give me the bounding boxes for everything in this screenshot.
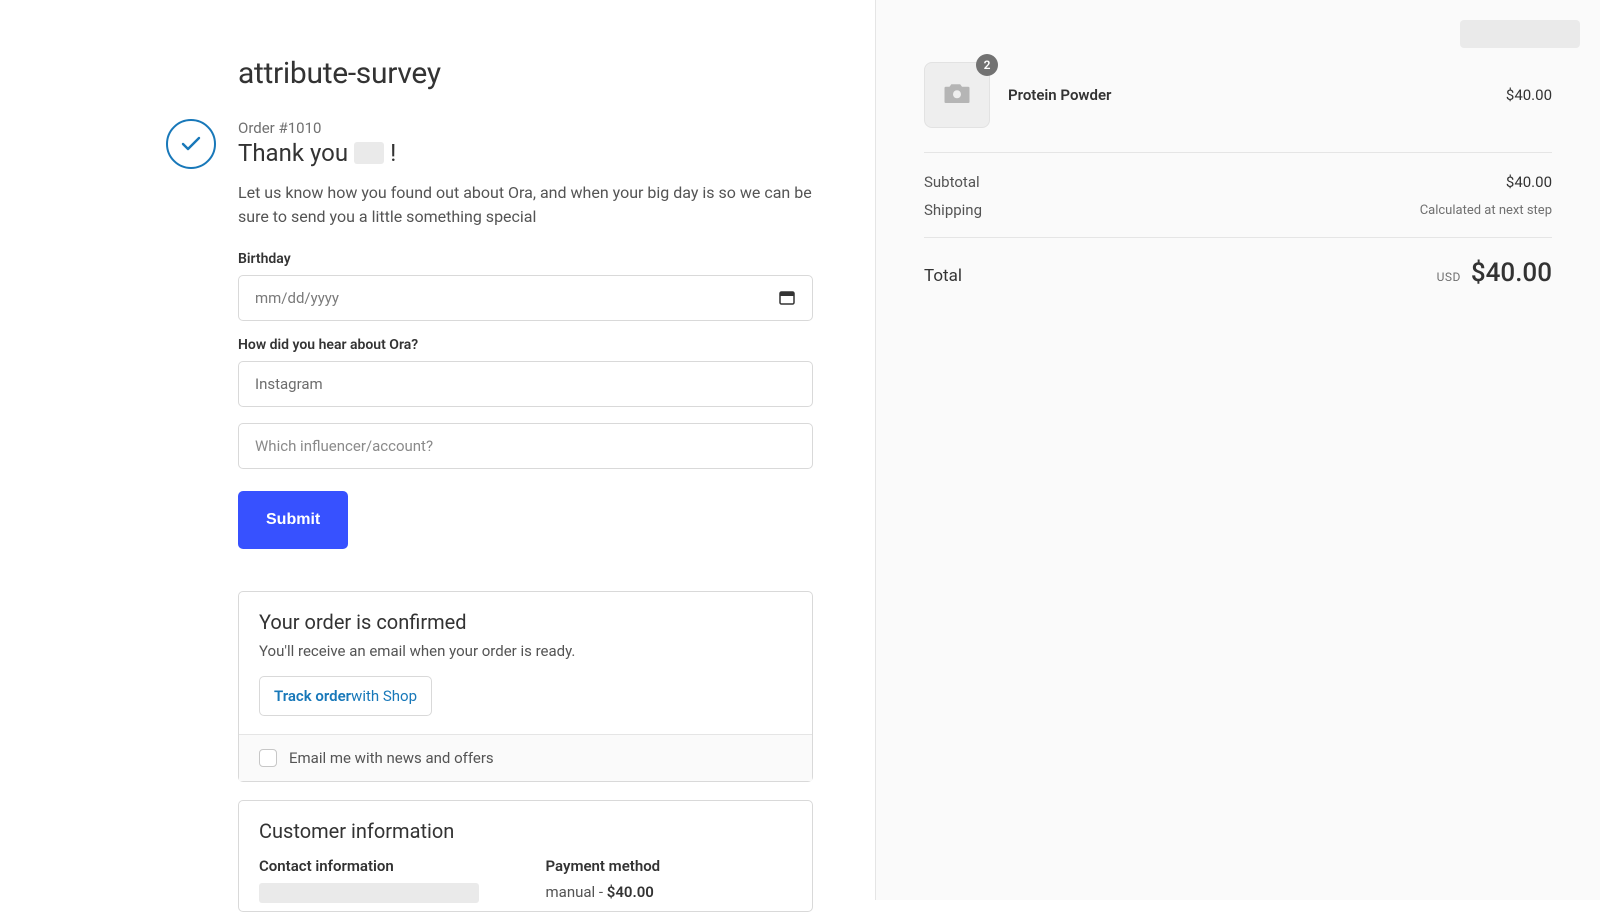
cart-item: 2 Protein Powder $40.00 bbox=[924, 56, 1552, 153]
order-confirmed-title: Your order is confirmed bbox=[259, 610, 792, 634]
redacted-name bbox=[354, 142, 384, 164]
customer-info-title: Customer information bbox=[259, 819, 792, 843]
email-offers-label: Email me with news and offers bbox=[289, 749, 494, 767]
product-price: $40.00 bbox=[1506, 86, 1552, 104]
subtotal-label: Subtotal bbox=[924, 173, 980, 191]
hear-about-label: How did you hear about Ora? bbox=[238, 337, 813, 353]
payment-method-heading: Payment method bbox=[546, 857, 793, 875]
subtotal-value: $40.00 bbox=[1506, 173, 1552, 191]
currency-code: USD bbox=[1437, 270, 1461, 284]
order-confirmed-subtitle: You'll receive an email when your order … bbox=[259, 642, 792, 660]
product-name: Protein Powder bbox=[1008, 86, 1506, 104]
thank-you-heading: Thank you ! bbox=[238, 139, 396, 167]
shipping-value: Calculated at next step bbox=[1420, 203, 1552, 218]
redacted-contact bbox=[259, 883, 479, 903]
product-thumbnail: 2 bbox=[924, 62, 990, 128]
influencer-input[interactable] bbox=[238, 423, 813, 469]
shipping-label: Shipping bbox=[924, 201, 982, 219]
birthday-label: Birthday bbox=[238, 251, 813, 267]
email-offers-checkbox[interactable] bbox=[259, 749, 277, 767]
calendar-icon[interactable] bbox=[779, 290, 795, 306]
total-value: $40.00 bbox=[1471, 258, 1552, 288]
payment-method-value: manual - $40.00 bbox=[546, 883, 793, 901]
store-title: attribute-survey bbox=[238, 56, 813, 91]
total-label: Total bbox=[924, 266, 962, 286]
redacted-pill bbox=[1460, 20, 1580, 48]
contact-info-heading: Contact information bbox=[259, 857, 506, 875]
submit-button[interactable]: Submit bbox=[238, 491, 348, 549]
camera-icon bbox=[942, 80, 972, 110]
survey-intro-text: Let us know how you found out about Ora,… bbox=[238, 181, 813, 229]
checkmark-icon bbox=[166, 119, 216, 169]
quantity-badge: 2 bbox=[976, 54, 998, 76]
track-order-button[interactable]: Track order with Shop bbox=[259, 676, 432, 716]
order-number: Order #1010 bbox=[238, 119, 396, 137]
birthday-input[interactable]: mm/dd/yyyy bbox=[238, 275, 813, 321]
hear-about-select[interactable]: Instagram bbox=[238, 361, 813, 407]
